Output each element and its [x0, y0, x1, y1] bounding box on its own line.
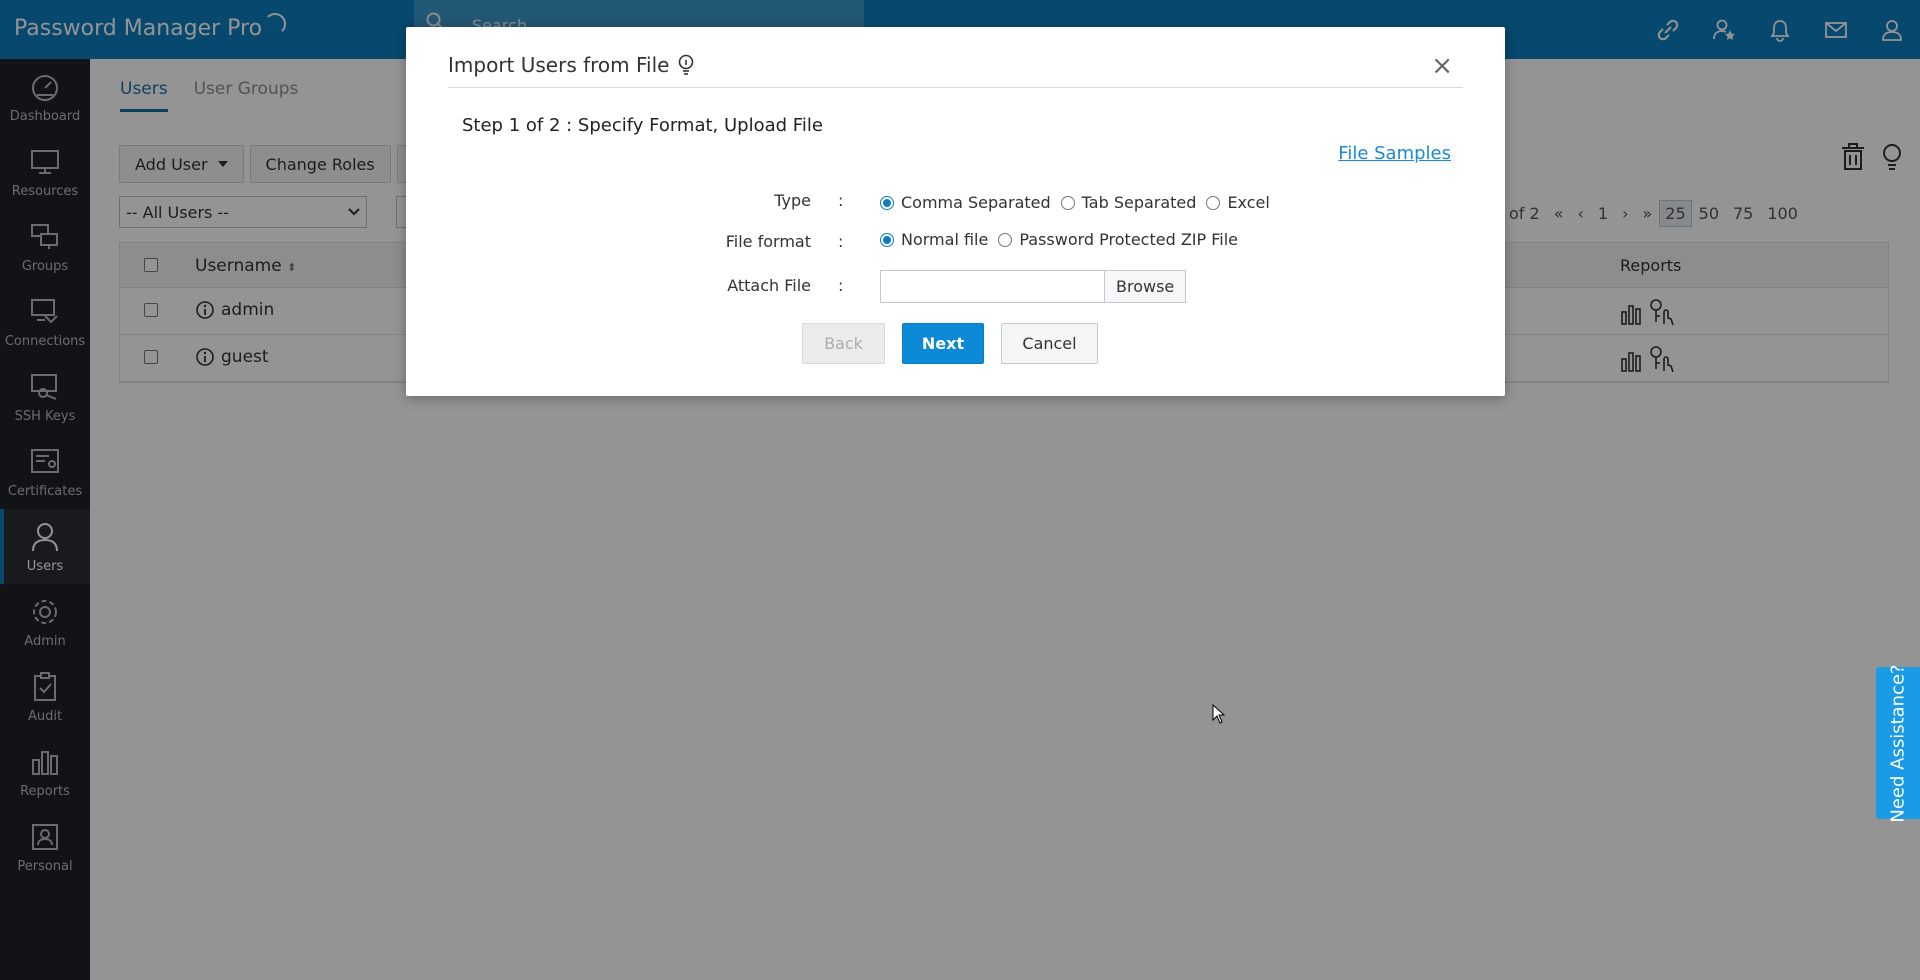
type-option-tab[interactable]: Tab Separated: [1060, 193, 1197, 212]
attach-file-row: Attach File : Browse: [406, 270, 1505, 303]
attach-file-input[interactable]: [880, 270, 1105, 303]
colon: :: [838, 276, 844, 295]
need-assistance-label: Need Assistance?: [1887, 663, 1909, 823]
cancel-button[interactable]: Cancel: [1001, 323, 1098, 364]
radio-label: Excel: [1227, 193, 1270, 212]
divider: [448, 87, 1463, 88]
file-format-label: File format: [725, 232, 811, 251]
close-icon[interactable]: ×: [1431, 51, 1453, 81]
dialog-title-text: Import Users from File: [448, 53, 670, 77]
radio-label: Tab Separated: [1081, 193, 1197, 212]
next-button[interactable]: Next: [902, 323, 984, 364]
radio-label: Comma Separated: [901, 193, 1051, 212]
file-format-row: File format : Normal file Password Prote…: [406, 228, 1505, 256]
radio-comma-separated[interactable]: [880, 195, 894, 210]
dialog-title: Import Users from File: [448, 53, 695, 77]
dialog-buttons: Back Next Cancel: [802, 323, 1098, 364]
type-option-comma[interactable]: Comma Separated: [880, 193, 1051, 212]
browse-button[interactable]: Browse: [1104, 270, 1187, 303]
radio-password-zip[interactable]: [998, 232, 1013, 247]
import-users-dialog: Import Users from File × Step 1 of 2 : S…: [406, 27, 1505, 396]
radio-excel[interactable]: [1206, 195, 1221, 210]
radio-label: Normal file: [901, 230, 989, 249]
format-option-zip[interactable]: Password Protected ZIP File: [998, 230, 1238, 249]
back-button[interactable]: Back: [802, 323, 885, 364]
radio-normal-file[interactable]: [880, 232, 894, 247]
type-row: Type : Comma Separated Tab Separated Exc…: [406, 187, 1505, 215]
need-assistance-tab[interactable]: Need Assistance?: [1876, 663, 1920, 823]
radio-tab-separated[interactable]: [1060, 195, 1075, 210]
step-indicator: Step 1 of 2 : Specify Format, Upload Fil…: [462, 115, 823, 136]
lightbulb-icon[interactable]: [677, 54, 695, 76]
mouse-cursor-icon: [1212, 704, 1226, 724]
file-samples-link[interactable]: File Samples: [1338, 143, 1451, 164]
radio-label: Password Protected ZIP File: [1019, 230, 1239, 249]
format-option-normal[interactable]: Normal file: [880, 230, 988, 249]
colon: :: [838, 232, 844, 251]
type-label: Type: [774, 191, 811, 210]
colon: :: [838, 191, 844, 210]
attach-file-label: Attach File: [727, 276, 811, 295]
type-option-excel[interactable]: Excel: [1206, 193, 1270, 212]
